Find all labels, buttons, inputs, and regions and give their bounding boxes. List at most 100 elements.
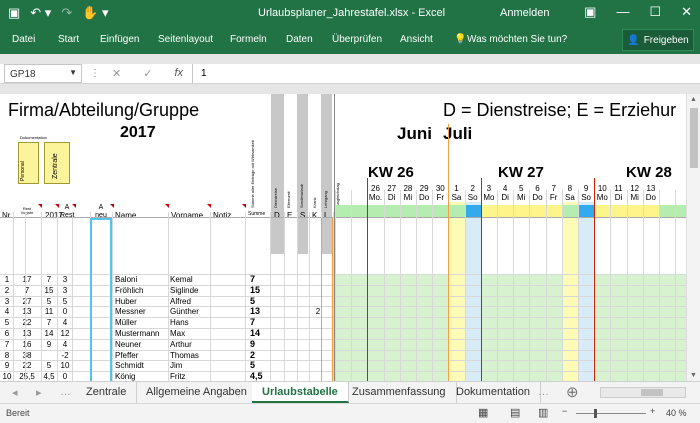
row-y: 7 <box>46 275 52 284</box>
row-nr: 10 <box>2 372 12 381</box>
normal-view-icon[interactable]: ▦ <box>478 406 488 419</box>
status-bar: Bereit ▦ ▤ ▥ − + 40 % <box>0 403 700 423</box>
day-name: Mo <box>596 193 608 202</box>
title-bar: ▣ ↶ ▾ ↷ ✋ ▾ Urlaubsplaner_Jahrestafel.xl… <box>0 0 700 26</box>
day-name: Sa <box>451 193 462 202</box>
more-icon: ⋮ <box>90 68 100 79</box>
row-sum: 15 <box>250 284 261 295</box>
minimize-icon[interactable]: — <box>616 4 629 20</box>
row-name: Müller <box>115 318 137 328</box>
tab-ueberpruefen[interactable]: Überprüfen <box>332 34 382 45</box>
name-box[interactable]: GP18 ▼ <box>4 64 82 83</box>
tell-me-box[interactable]: Was möchten Sie tun? <box>467 34 567 45</box>
touch-mode-icon[interactable]: ✋ ▾ <box>82 5 108 21</box>
tab-ansicht[interactable]: Ansicht <box>400 34 433 45</box>
undo-icon[interactable]: ↶ ▾ <box>30 5 51 21</box>
row-sum: 4,5 <box>250 371 263 381</box>
scroll-thumb[interactable] <box>690 108 698 168</box>
row-vorname: Fritz <box>170 372 186 381</box>
page-break-icon[interactable]: ▥ <box>538 406 548 419</box>
day-number: 30 <box>435 184 445 193</box>
tab-more-right-icon[interactable]: … <box>538 386 549 398</box>
row-rv: 17 <box>22 275 32 284</box>
day-number: 10 <box>597 184 607 193</box>
zoom-slider[interactable] <box>576 409 646 418</box>
row-nr: 4 <box>4 307 10 317</box>
zentrale-button[interactable]: Zentrale <box>44 142 70 184</box>
tab-formeln[interactable]: Formeln <box>230 34 267 45</box>
comment-indicator <box>72 204 76 208</box>
share-button[interactable]: 👤 Freigeben <box>622 29 694 51</box>
row-vorname: Hans <box>170 318 189 328</box>
zoom-level[interactable]: 40 % <box>666 408 687 418</box>
day-name: Do <box>418 193 430 202</box>
row-rv: 16 <box>22 339 32 349</box>
vertical-scrollbar[interactable]: ▲ ▼ <box>686 94 700 381</box>
save-icon[interactable]: ▣ <box>8 5 20 21</box>
redo-icon[interactable]: ↷ <box>61 5 72 21</box>
row-y: 11 <box>44 307 54 317</box>
day-number: 29 <box>419 184 429 193</box>
tab-seitenlayout[interactable]: Seitenlayout <box>158 34 213 45</box>
day-number: 3 <box>486 184 492 193</box>
tab-next-icon[interactable]: ▸ <box>36 386 42 399</box>
day-name: Fr <box>436 193 445 202</box>
sheet-tab-zusammenfassung[interactable]: Zusammenfassung <box>342 382 457 403</box>
cancel-icon[interactable]: ✕ <box>112 67 121 80</box>
row-nr: 2 <box>4 285 10 295</box>
day-number: 11 <box>614 184 623 193</box>
tab-start[interactable]: Start <box>58 34 79 45</box>
sheet-tab-dokumentation[interactable]: Dokumentation <box>446 382 541 403</box>
scroll-up-icon[interactable]: ▲ <box>690 96 697 103</box>
maximize-icon[interactable]: ☐ <box>649 4 661 20</box>
sheet-tab-zentrale[interactable]: Zentrale <box>76 382 138 403</box>
vertical-header: Summe aller Einträge mit Wirksamkeit <box>250 140 255 208</box>
row-ar: 4 <box>62 339 68 349</box>
tab-prev-icon[interactable]: ◂ <box>12 386 18 399</box>
tab-einfuegen[interactable]: Einfügen <box>100 34 139 45</box>
scroll-down-icon[interactable]: ▼ <box>690 372 697 379</box>
tab-more-icon[interactable]: … <box>60 386 71 398</box>
personal-button[interactable]: Personal <box>18 142 39 184</box>
confirm-icon[interactable]: ✓ <box>143 67 152 80</box>
ribbon-options-icon[interactable]: ▣ <box>584 4 596 20</box>
row-vorname: Günther <box>170 307 199 317</box>
row-rv: 38 <box>22 350 32 360</box>
vertical-header: Lehrgang <box>323 191 328 208</box>
row-nr: 7 <box>4 339 10 349</box>
day-name: Fr <box>549 193 558 202</box>
row-name: Baloni <box>115 275 138 284</box>
tab-datei[interactable]: Datei <box>12 34 35 45</box>
page-layout-icon[interactable]: ▤ <box>510 406 520 419</box>
sheet-tab-urlaubstabelle[interactable]: Urlaubstabelle <box>252 382 349 403</box>
zoom-in-icon[interactable]: + <box>650 406 655 416</box>
sign-in-link[interactable]: Anmelden <box>500 7 550 19</box>
day-number: 4 <box>502 184 508 193</box>
row-y: 5 <box>46 296 52 306</box>
add-sheet-icon[interactable]: ⊕ <box>566 383 579 401</box>
day-name: Sa <box>564 193 575 202</box>
vertical-header: Krank <box>312 197 317 208</box>
day-number: 8 <box>567 184 573 193</box>
zoom-out-icon[interactable]: − <box>562 406 567 416</box>
close-icon[interactable]: ✕ <box>681 4 692 20</box>
horizontal-scrollbar[interactable] <box>600 387 686 398</box>
row-name: Schmidt <box>115 361 144 371</box>
day-name: Mi <box>403 193 413 202</box>
sheet-tab-allgemeine-angaben[interactable]: Allgemeine Angaben <box>136 382 258 403</box>
row-nr: 1 <box>4 275 10 284</box>
row-sum: 5 <box>250 360 256 371</box>
row-nr: 5 <box>4 318 10 328</box>
row-ar: 3 <box>62 275 68 284</box>
tab-daten[interactable]: Daten <box>286 34 313 45</box>
day-name: So <box>467 193 478 202</box>
row-vorname: Jim <box>170 361 183 371</box>
row-name: Messner <box>115 307 146 317</box>
worksheet-grid[interactable]: Firma/Abteilung/Gruppe 2017 D = Dienstre… <box>0 94 686 381</box>
dropdown-icon[interactable]: ▼ <box>69 68 77 77</box>
row-ar: 5 <box>62 296 68 306</box>
row-vorname: Siglinde <box>170 285 199 295</box>
formula-input[interactable]: 1 <box>192 64 692 83</box>
day-name: Mo. <box>368 193 383 202</box>
insert-function-icon[interactable]: fx <box>174 67 183 80</box>
